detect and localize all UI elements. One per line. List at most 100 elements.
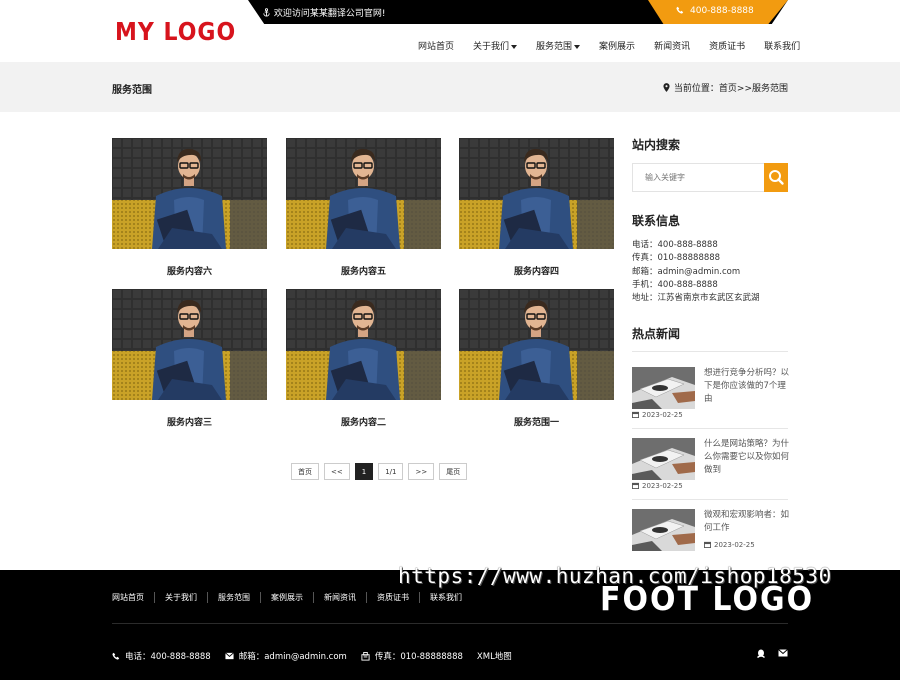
service-caption[interactable]: 服务内容三 [112, 415, 267, 428]
calendar-icon [632, 483, 639, 490]
footer-nav-item[interactable]: 资质证书 [366, 592, 419, 603]
service-card[interactable]: 服务内容三 [112, 289, 267, 428]
news-thumbnail[interactable] [632, 438, 695, 481]
page-prev-button[interactable]: << [324, 463, 350, 480]
search-button[interactable] [764, 163, 788, 192]
site-logo[interactable]: MY LOGO [115, 18, 236, 47]
nav-item-1[interactable]: 网站首页 [418, 39, 454, 52]
news-title[interactable]: 微观和宏观影响者：如何工作 [704, 509, 790, 535]
page-first-button[interactable]: 首页 [291, 463, 319, 480]
sidebar: 站内搜索 联系信息 电话：400-888-8888传真：010-88888888… [632, 136, 790, 580]
news-date: 2023-02-25 [704, 541, 755, 549]
nav-item-2[interactable]: 关于我们 [473, 39, 518, 52]
search-box [632, 163, 788, 192]
nav-item-5[interactable]: 新闻资讯 [654, 39, 690, 52]
service-card[interactable]: 服务内容四 [459, 138, 614, 277]
contact-label: 手机： [632, 279, 658, 290]
footer-contact: 电话：400-888-8888 邮箱：admin@admin.com 传真：01… [112, 650, 526, 662]
footer-nav: 网站首页 关于我们 服务范围 案例展示 新闻资讯 资质证书 联系我们 [112, 592, 472, 603]
nav-item-4[interactable]: 案例展示 [599, 39, 635, 52]
service-image[interactable] [459, 138, 614, 249]
email-icon[interactable] [778, 649, 788, 662]
footer-nav-item[interactable]: 关于我们 [154, 592, 207, 603]
header-phone-number: 400-888-8888 [690, 6, 754, 16]
news-heading: 热点新闻 [632, 327, 681, 342]
contact-row: 传真：010-88888888 [632, 252, 788, 265]
service-card[interactable]: 服务内容二 [286, 289, 441, 428]
news-item[interactable]: 什么是网站策略？为什么你需要它以及你如何做到 2023-02-25 [632, 438, 790, 501]
nav-item-3[interactable]: 服务范围 [536, 39, 581, 52]
breadcrumb: 当前位置：首页>>服务范围 [663, 81, 788, 94]
footer-divider [112, 623, 788, 624]
footer-fax-text: 传真：010-88888888 [374, 652, 463, 662]
service-card[interactable]: 服务内容六 [112, 138, 267, 277]
page-banner: 服务范围 当前位置：首页>>服务范围 [0, 62, 900, 112]
contact-value: 400-888-8888 [657, 279, 718, 290]
contact-label: 邮箱： [632, 266, 658, 277]
qq-icon[interactable] [756, 649, 766, 662]
page-title: 服务范围 [112, 85, 152, 96]
welcome-text: 欢迎访问某某翻译公司官网! [262, 6, 385, 19]
news-date-text: 2023-02-25 [642, 411, 683, 420]
news-title[interactable]: 什么是网站策略？为什么你需要它以及你如何做到 [704, 438, 790, 477]
page-next-button[interactable]: >> [408, 463, 435, 480]
calendar-icon [704, 542, 711, 549]
service-caption[interactable]: 服务范围一 [459, 415, 614, 428]
service-caption[interactable]: 服务内容六 [112, 264, 267, 277]
news-title[interactable]: 想进行竞争分析吗？以下是你应该做的7个理由 [704, 367, 790, 406]
footer-nav-item[interactable]: 新闻资讯 [313, 592, 366, 603]
footer-nav-item[interactable]: 案例展示 [260, 592, 313, 603]
contact-info: 电话：400-888-8888 传真：010-88888888 邮箱：admin@a… [632, 239, 788, 305]
contact-label: 传真： [632, 253, 658, 264]
nav-item-label: 服务范围 [536, 42, 573, 52]
phone-icon [112, 652, 120, 660]
service-image[interactable] [112, 289, 267, 400]
location-label: 当前位置： [673, 84, 719, 94]
news-date-text: 2023-02-25 [642, 482, 683, 491]
search-heading: 站内搜索 [632, 138, 681, 152]
service-caption[interactable]: 服务内容四 [459, 264, 614, 277]
service-image[interactable] [286, 289, 441, 400]
news-date: 2023-02-25 [632, 411, 683, 419]
footer-sitemap-link[interactable]: XML地图 [477, 650, 512, 662]
caret-down-icon [574, 44, 581, 49]
footer-nav-item[interactable]: 联系我们 [419, 592, 472, 603]
service-caption[interactable]: 服务内容二 [286, 415, 441, 428]
news-date: 2023-02-25 [632, 482, 683, 490]
news-thumbnail[interactable] [632, 509, 695, 552]
header-phone: 400-888-8888 [648, 0, 788, 24]
service-card[interactable]: 服务范围一 [459, 289, 614, 428]
news-item[interactable]: 微观和宏观影响者：如何工作 2023-02-25 [632, 509, 790, 571]
calendar-icon [632, 412, 639, 419]
main-nav: 网站首页 关于我们 服务范围 案例展示 新闻资讯 资质证书 联系我们 [418, 39, 800, 52]
nav-item-7[interactable]: 联系我们 [764, 39, 800, 52]
caret-down-icon [511, 44, 518, 49]
watermark-text: https://www.huzhan.com/ishop18530 [398, 564, 832, 588]
phone-icon [676, 6, 684, 14]
page-last-button[interactable]: 尾页 [439, 463, 468, 480]
news-item[interactable]: 想进行竞争分析吗？以下是你应该做的7个理由 2023-02-25 [632, 367, 790, 430]
footer-nav-item[interactable]: 服务范围 [207, 592, 260, 603]
contact-heading: 联系信息 [632, 214, 681, 228]
search-input[interactable] [633, 164, 761, 191]
contact-value: 江苏省南京市玄武区玄武湖 [657, 293, 760, 304]
pagination: 首页 << 1 1/1 >> 尾页 [291, 463, 472, 480]
service-card[interactable]: 服务内容五 [286, 138, 441, 277]
site-header: MY LOGO 欢迎访问某某翻译公司官网! 400-888-8888 网站首页 关… [0, 0, 900, 62]
fax-icon [361, 651, 370, 661]
service-caption[interactable]: 服务内容五 [286, 264, 441, 277]
news-thumbnail[interactable] [632, 367, 695, 410]
page-current-button[interactable]: 1 [354, 463, 374, 480]
contact-value: admin@admin.com [657, 266, 741, 277]
breadcrumb-links[interactable]: 首页>>服务范围 [719, 84, 788, 94]
footer-phone: 电话：400-888-8888 [112, 650, 211, 662]
footer-social [744, 649, 788, 662]
news-divider [632, 351, 788, 353]
service-image[interactable] [286, 138, 441, 249]
service-image[interactable] [112, 138, 267, 249]
news-list: 想进行竞争分析吗？以下是你应该做的7个理由 2023-02-25 什么是网站策略？为… [632, 367, 790, 571]
footer-nav-item[interactable]: 网站首页 [112, 592, 154, 603]
service-image[interactable] [459, 289, 614, 400]
nav-item-6[interactable]: 资质证书 [709, 39, 745, 52]
contact-row: 地址：江苏省南京市玄武区玄武湖 [632, 292, 788, 305]
